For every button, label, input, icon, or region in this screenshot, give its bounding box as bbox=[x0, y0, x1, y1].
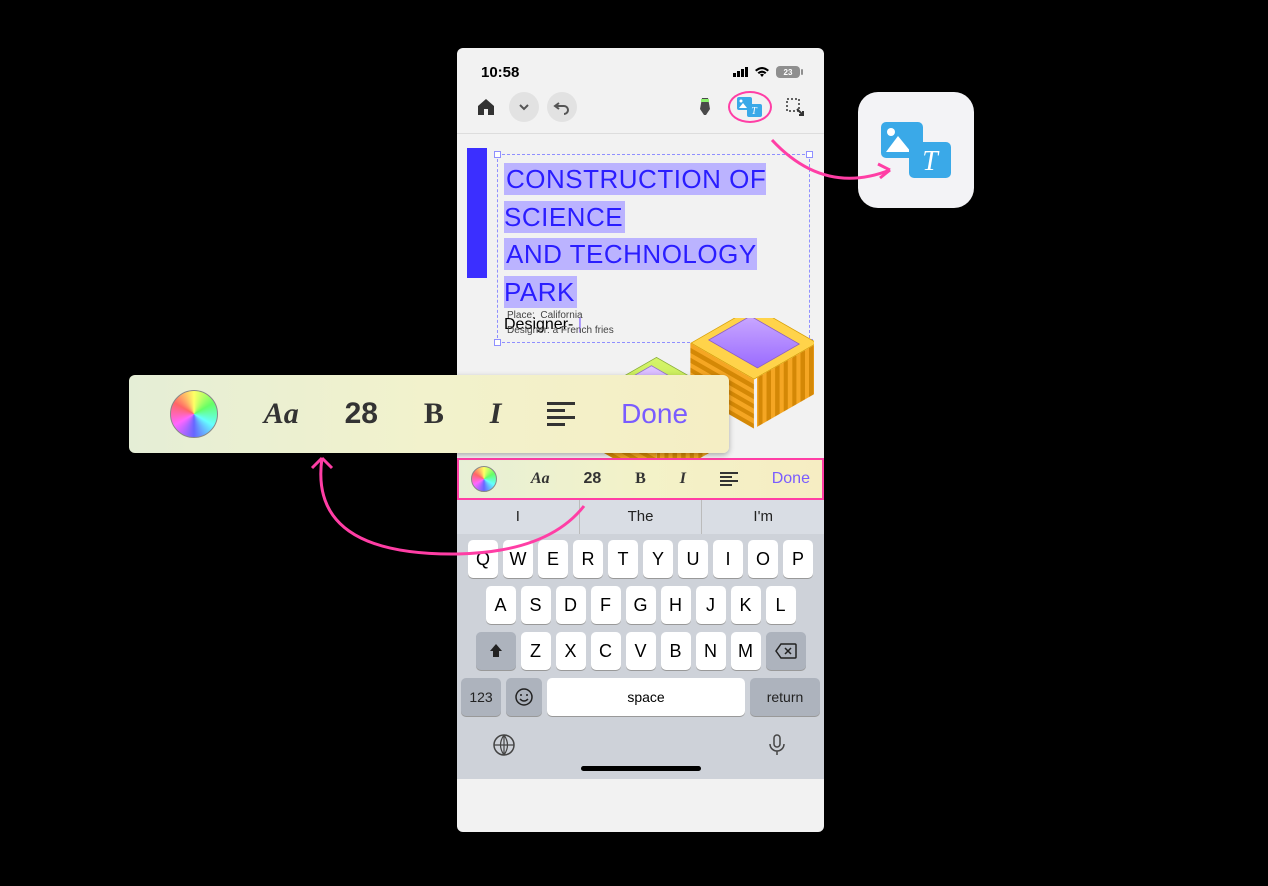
title-line-2: AND TECHNOLOGY PARK bbox=[504, 238, 757, 308]
italic-button[interactable]: I bbox=[680, 470, 686, 488]
undo-button[interactable] bbox=[547, 92, 577, 122]
highlighter-button[interactable] bbox=[690, 92, 720, 122]
done-button[interactable]: Done bbox=[621, 398, 688, 430]
key-m[interactable]: M bbox=[731, 632, 761, 670]
done-button[interactable]: Done bbox=[772, 470, 810, 488]
backspace-icon bbox=[775, 643, 797, 659]
font-button[interactable]: Aa bbox=[264, 397, 299, 431]
key-q[interactable]: Q bbox=[468, 540, 498, 578]
bold-button[interactable]: B bbox=[424, 397, 444, 431]
key-l[interactable]: L bbox=[766, 586, 796, 624]
key-r[interactable]: R bbox=[573, 540, 603, 578]
status-indicators: 23 bbox=[733, 66, 800, 78]
color-picker-button[interactable] bbox=[170, 390, 218, 438]
image-text-icon: T bbox=[881, 122, 951, 178]
resize-handle[interactable] bbox=[494, 151, 501, 158]
mode-dropdown[interactable] bbox=[509, 92, 539, 122]
color-picker-button[interactable] bbox=[471, 466, 497, 492]
mic-icon[interactable] bbox=[764, 732, 790, 758]
key-z[interactable]: Z bbox=[521, 632, 551, 670]
key-f[interactable]: F bbox=[591, 586, 621, 624]
media-text-button[interactable]: T bbox=[737, 92, 763, 122]
format-bar-enlarged: Aa 28 B I Done bbox=[129, 375, 729, 453]
key-s[interactable]: S bbox=[521, 586, 551, 624]
title-line-1: CONSTRUCTION OF SCIENCE bbox=[504, 163, 766, 233]
key-p[interactable]: P bbox=[783, 540, 813, 578]
space-key[interactable]: space bbox=[547, 678, 745, 716]
resize-handle[interactable] bbox=[806, 151, 813, 158]
bold-button[interactable]: B bbox=[635, 470, 646, 488]
suggestion-3[interactable]: I'm bbox=[702, 500, 824, 534]
undo-icon bbox=[554, 100, 570, 114]
battery-icon: 23 bbox=[776, 66, 800, 78]
backspace-key[interactable] bbox=[766, 632, 806, 670]
app-toolbar: T bbox=[457, 88, 824, 134]
cellular-icon bbox=[733, 67, 748, 77]
numeric-key[interactable]: 123 bbox=[461, 678, 501, 716]
return-key[interactable]: return bbox=[750, 678, 820, 716]
status-bar: 10:58 23 bbox=[457, 48, 824, 88]
align-button[interactable] bbox=[547, 398, 575, 430]
emoji-icon bbox=[514, 687, 534, 707]
key-o[interactable]: O bbox=[748, 540, 778, 578]
key-j[interactable]: J bbox=[696, 586, 726, 624]
highlighter-icon bbox=[696, 97, 714, 117]
shift-icon bbox=[488, 643, 504, 659]
resize-handle[interactable] bbox=[494, 339, 501, 346]
title-text[interactable]: CONSTRUCTION OF SCIENCE AND TECHNOLOGY P… bbox=[504, 161, 803, 312]
key-g[interactable]: G bbox=[626, 586, 656, 624]
key-n[interactable]: N bbox=[696, 632, 726, 670]
callout-media-text-icon: T bbox=[858, 92, 974, 208]
font-size-button[interactable]: 28 bbox=[345, 397, 378, 431]
keyboard: QWERTYUIOP ASDFGHJKL ZXCVBNM 123 space r… bbox=[457, 534, 824, 779]
key-a[interactable]: A bbox=[486, 586, 516, 624]
status-time: 10:58 bbox=[481, 64, 519, 81]
key-b[interactable]: B bbox=[661, 632, 691, 670]
font-size-button[interactable]: 28 bbox=[583, 470, 601, 488]
image-text-icon: T bbox=[737, 97, 763, 117]
lasso-button[interactable] bbox=[780, 92, 810, 122]
key-x[interactable]: X bbox=[556, 632, 586, 670]
key-v[interactable]: V bbox=[626, 632, 656, 670]
media-text-button-highlight: T bbox=[728, 91, 772, 123]
key-t[interactable]: T bbox=[608, 540, 638, 578]
italic-button[interactable]: I bbox=[490, 397, 502, 431]
font-button[interactable]: Aa bbox=[531, 470, 550, 488]
key-c[interactable]: C bbox=[591, 632, 621, 670]
key-h[interactable]: H bbox=[661, 586, 691, 624]
lasso-icon bbox=[785, 97, 805, 117]
home-button[interactable] bbox=[471, 92, 501, 122]
key-y[interactable]: Y bbox=[643, 540, 673, 578]
key-d[interactable]: D bbox=[556, 586, 586, 624]
key-e[interactable]: E bbox=[538, 540, 568, 578]
shift-key[interactable] bbox=[476, 632, 516, 670]
align-button[interactable] bbox=[720, 470, 738, 488]
format-bar: Aa 28 B I Done bbox=[457, 458, 824, 500]
key-w[interactable]: W bbox=[503, 540, 533, 578]
wifi-icon bbox=[754, 66, 770, 78]
suggestion-1[interactable]: I bbox=[457, 500, 580, 534]
key-k[interactable]: K bbox=[731, 586, 761, 624]
key-u[interactable]: U bbox=[678, 540, 708, 578]
suggestion-2[interactable]: The bbox=[580, 500, 703, 534]
home-indicator bbox=[581, 766, 701, 771]
svg-text:T: T bbox=[922, 146, 940, 177]
accent-strip bbox=[467, 148, 487, 278]
key-i[interactable]: I bbox=[713, 540, 743, 578]
emoji-key[interactable] bbox=[506, 678, 542, 716]
keyboard-suggestions: I The I'm bbox=[457, 500, 824, 534]
globe-icon[interactable] bbox=[491, 732, 517, 758]
chevron-down-icon bbox=[518, 101, 530, 113]
